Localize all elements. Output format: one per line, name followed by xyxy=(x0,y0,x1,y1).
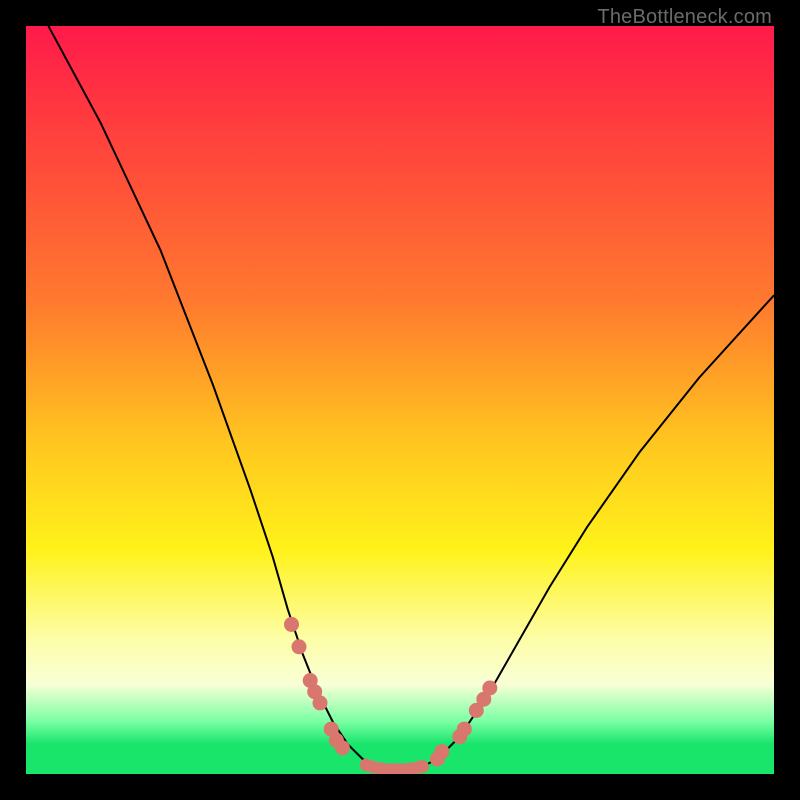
bottleneck-curve xyxy=(48,26,774,770)
data-point xyxy=(416,760,429,773)
chart-container: TheBottleneck.com xyxy=(0,0,800,800)
data-point xyxy=(292,639,307,654)
chart-svg xyxy=(26,26,774,774)
data-point xyxy=(335,740,350,755)
data-point xyxy=(457,722,472,737)
watermark-text: TheBottleneck.com xyxy=(597,6,772,29)
data-point xyxy=(434,744,449,759)
data-markers xyxy=(284,617,497,774)
data-point xyxy=(482,681,497,696)
data-point xyxy=(284,617,299,632)
plot-area xyxy=(26,26,774,774)
data-point xyxy=(313,695,328,710)
